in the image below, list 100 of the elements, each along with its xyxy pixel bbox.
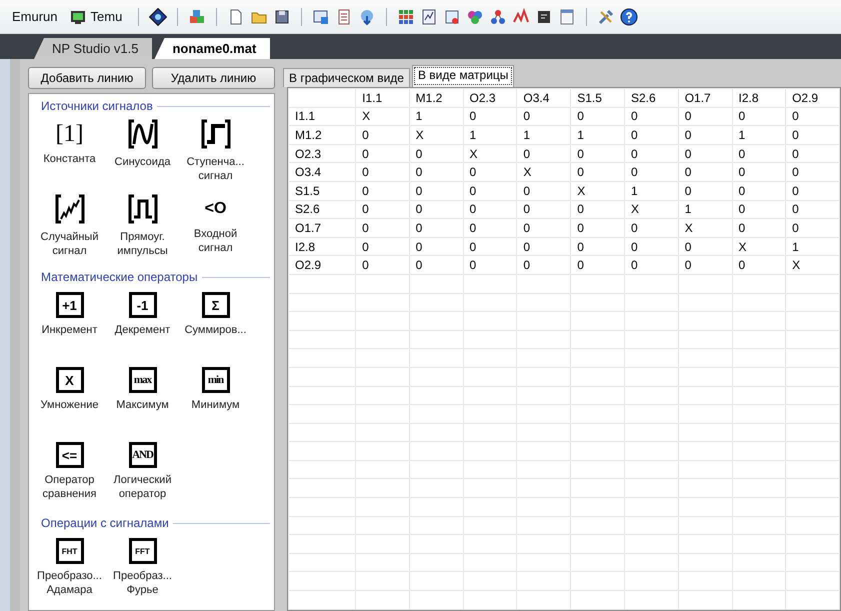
toolbar-button[interactable]: Добавить линию: [28, 67, 146, 89]
table-cell: 0: [356, 256, 410, 274]
table-cell: 0: [786, 200, 840, 219]
table-cell: 0: [463, 181, 517, 200]
table-cell: 0: [409, 162, 464, 182]
block-icon[interactable]: +1: [56, 292, 84, 318]
row-header: S2.6: [288, 200, 356, 219]
column-header: S1.5: [570, 88, 624, 108]
block-label: Случайный сигнал: [40, 230, 98, 258]
table-cell: 0: [570, 107, 624, 126]
block-label: Декремент: [114, 323, 170, 337]
block-icon[interactable]: AND: [128, 442, 156, 468]
table-cell: 0: [678, 237, 732, 256]
line-chart-icon[interactable]: [512, 8, 530, 26]
block-label: Минимум: [191, 398, 240, 412]
table-cell: 0: [786, 107, 840, 126]
table-cell: 0: [732, 107, 786, 126]
help-icon[interactable]: [620, 8, 638, 26]
document-tab[interactable]: NP Studio v1.5: [34, 38, 152, 59]
block-label: Преобразо... Адамара: [37, 569, 102, 597]
block-icon[interactable]: [1]: [56, 118, 84, 150]
table-cell: 0: [570, 218, 624, 238]
view-tab[interactable]: В графическом виде: [283, 68, 410, 87]
block-label: Максимум: [116, 398, 169, 412]
block-label: Логический оператор: [114, 473, 172, 501]
table-cell: X: [570, 181, 624, 200]
row-header: O3.4: [288, 162, 356, 182]
block-icon[interactable]: <O: [204, 193, 226, 225]
table-cell: 1: [624, 181, 678, 200]
block-icon[interactable]: FHT: [56, 538, 84, 564]
table-cell: 0: [409, 237, 464, 256]
section-heading: Математические операторы: [41, 270, 198, 284]
table-cell: 0: [678, 144, 732, 163]
table-cell: 0: [463, 200, 517, 219]
column-header: O1.7: [678, 88, 732, 108]
block-icon[interactable]: <=: [56, 442, 84, 468]
table-cell: 0: [570, 144, 624, 163]
window-icon[interactable]: [312, 8, 330, 26]
tools-icon[interactable]: [597, 8, 616, 26]
block-icon[interactable]: -1: [128, 292, 156, 318]
table-cell: 1: [786, 237, 840, 256]
table-cell: 0: [732, 144, 786, 163]
cubes-icon[interactable]: [188, 8, 206, 26]
menu-item[interactable]: Temu: [90, 9, 122, 24]
menu-item[interactable]: Emurun: [12, 9, 58, 24]
noise-signal-icon[interactable]: [54, 193, 86, 225]
table-cell: 0: [786, 162, 840, 182]
block-icon[interactable]: X: [56, 367, 84, 393]
table-cell: 1: [463, 126, 517, 144]
table-cell: 1: [570, 126, 624, 144]
row-header: O2.3: [288, 144, 356, 163]
column-header: O2.3: [463, 88, 517, 108]
table-cell: X: [786, 256, 840, 274]
table-cell: 0: [786, 218, 840, 238]
calendar-icon[interactable]: [558, 8, 576, 26]
grid-icon[interactable]: [397, 8, 416, 26]
table-cell: X: [409, 126, 464, 144]
pulse-signal-icon[interactable]: [126, 193, 158, 225]
table-cell: 0: [732, 162, 786, 182]
table-cell: 0: [570, 200, 624, 219]
column-header: I2.8: [732, 88, 786, 108]
table-cell: 0: [356, 162, 410, 182]
row-header: O1.7: [288, 218, 356, 238]
table-cell: 0: [409, 200, 464, 219]
block-label: Суммиров...: [184, 323, 246, 337]
nodes-icon[interactable]: [489, 8, 508, 26]
table-cell: 0: [624, 256, 678, 274]
table-cell: X: [624, 200, 678, 219]
table-cell: 0: [516, 144, 571, 163]
table-cell: 0: [732, 181, 786, 200]
table-cell: 0: [516, 107, 571, 126]
save-icon[interactable]: [273, 8, 292, 26]
block-label: Оператор сравнения: [42, 473, 96, 501]
block-icon[interactable]: min: [202, 367, 230, 393]
table-cell: 0: [516, 237, 571, 256]
table-cell: 0: [463, 256, 517, 274]
table-cell: 0: [463, 162, 517, 182]
block-icon[interactable]: FFT: [128, 538, 156, 564]
table-cell: 0: [409, 144, 464, 163]
table-cell: 0: [463, 107, 517, 126]
sine-wave-icon[interactable]: [126, 118, 158, 150]
table-cell: 0: [570, 162, 624, 182]
table-cell: 1: [409, 107, 464, 126]
block-icon[interactable]: Σ: [202, 292, 230, 318]
toolbar-button[interactable]: Удалить линию: [152, 67, 275, 89]
document-tab[interactable]: noname0.mat: [154, 38, 270, 59]
table-cell: 0: [409, 218, 464, 238]
block-label: Инкремент: [42, 323, 98, 337]
chart-sheet-icon[interactable]: [420, 8, 438, 26]
table-cell: 0: [732, 256, 786, 274]
table-cell: 0: [678, 256, 732, 274]
view-tab[interactable]: В виде матрицы: [412, 65, 514, 87]
table-cell: 0: [624, 144, 678, 163]
section-heading: Источники сигналов: [41, 99, 153, 113]
row-header: M1.2: [288, 126, 356, 144]
table-cell: 0: [732, 218, 786, 238]
block-icon[interactable]: max: [128, 367, 156, 393]
table-cell: 1: [678, 200, 732, 219]
step-signal-icon[interactable]: [200, 118, 232, 150]
section-heading: Операции с сигналами: [41, 516, 169, 530]
